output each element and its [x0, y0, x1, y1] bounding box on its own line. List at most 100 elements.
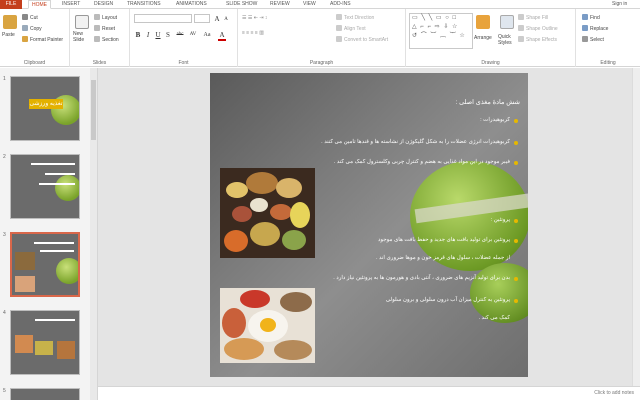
font-name-box[interactable]	[134, 14, 192, 23]
canvas-scrollbar[interactable]	[632, 68, 640, 386]
ham-shape	[222, 308, 246, 338]
strikethrough-button[interactable]: abc	[174, 31, 186, 39]
grow-font-button[interactable]: A	[213, 15, 221, 23]
drawing-label: Drawing	[481, 60, 500, 66]
nuts-shape	[274, 340, 312, 360]
slide-thumbnail-4[interactable]	[10, 310, 80, 375]
convert-smartart-label: Convert to SmartArt	[344, 37, 389, 43]
binoculars-icon	[582, 14, 588, 20]
notes-pane[interactable]: Click to add notes	[98, 386, 640, 400]
italic-button[interactable]: I	[144, 31, 152, 39]
shrink-font-button[interactable]: A	[222, 16, 230, 24]
layout-button[interactable]: Layout	[94, 14, 117, 22]
slide-thumbnail-5[interactable]	[10, 388, 80, 400]
paste-button[interactable]: Paste	[2, 31, 15, 39]
slide-line-3: فیبر موجود در این مواد غذایی به هضم و کن…	[333, 159, 510, 165]
thumbnail-scrollbar[interactable]	[90, 68, 97, 400]
tab-view[interactable]: VIEW	[303, 0, 316, 9]
font-size-box[interactable]	[194, 14, 210, 23]
food-image	[15, 252, 35, 270]
format-painter-label: Format Painter	[30, 37, 64, 43]
tab-review[interactable]: REVIEW	[270, 0, 290, 9]
scrollbar-thumb[interactable]	[91, 80, 96, 140]
tab-design[interactable]: DESIGN	[94, 0, 113, 9]
food-image	[57, 341, 75, 359]
bread-shape	[246, 172, 278, 194]
tab-file[interactable]: FILE	[0, 0, 22, 9]
new-slide-button[interactable]: New Slide	[73, 31, 93, 43]
bullets-button[interactable]: ☰ ☰ ⇤ ⇥ ↕	[242, 14, 267, 22]
arrange-icon[interactable]	[476, 15, 490, 29]
slide-line-5: پروتئین برای تولید بافت های جدید و حفظ ب…	[377, 237, 510, 243]
bullet	[514, 277, 518, 281]
thumb-text-line	[35, 319, 75, 321]
slide-thumbnail-pane: 1 تغذیه ورزشی 2 3 4 5	[0, 68, 98, 400]
find-button[interactable]: Find	[582, 14, 600, 22]
fill-bucket-icon	[518, 14, 524, 20]
format-painter-button[interactable]: Format Painter	[22, 36, 63, 44]
slide-thumbnail-3[interactable]	[10, 232, 80, 297]
layout-label: Layout	[102, 15, 118, 21]
powerpoint-window: FILE HOME INSERT DESIGN TRANSITIONS ANIM…	[0, 0, 640, 400]
copy-icon	[22, 25, 28, 31]
carrot-shape	[224, 230, 248, 252]
text-direction-button[interactable]: Text Direction	[336, 14, 374, 22]
tab-slide-show[interactable]: SLIDE SHOW	[226, 0, 257, 9]
thumb-title: تغذیه ورزشی	[29, 99, 63, 109]
cut-button[interactable]: Cut	[22, 14, 38, 22]
apple-image	[56, 258, 78, 284]
font-color-button[interactable]: A	[218, 31, 226, 41]
thumb-text-line	[39, 183, 75, 185]
tab-animations[interactable]: ANIMATIONS	[176, 0, 207, 9]
tab-insert[interactable]: INSERT	[62, 0, 80, 9]
thumb-number: 3	[3, 232, 6, 238]
nuts-shape	[224, 338, 264, 360]
align-text-button[interactable]: Align Text	[336, 25, 366, 33]
smartart-icon	[336, 36, 342, 42]
slide-canvas: شش مادهٔ مغذی اصلی : کربوهیدرات : کربوهی…	[98, 68, 640, 386]
slide-thumbnail-2[interactable]	[10, 154, 80, 219]
convert-smartart-button[interactable]: Convert to SmartArt	[336, 36, 388, 44]
reset-button[interactable]: Reset	[94, 25, 115, 33]
quick-styles-icon[interactable]	[500, 15, 514, 29]
editing-label: Editing	[600, 60, 616, 66]
cheese-shape	[226, 182, 248, 198]
thumb-number: 4	[3, 310, 6, 316]
paste-icon[interactable]	[3, 15, 17, 29]
align-buttons[interactable]: ≡ ≡ ≡ ≡ ▥	[242, 29, 264, 37]
copy-button[interactable]: Copy	[22, 25, 42, 33]
font-label: Font	[178, 60, 189, 66]
tab-add-ins[interactable]: ADD-INS	[330, 0, 351, 9]
select-button[interactable]: Select	[582, 36, 604, 44]
underline-button[interactable]: U	[154, 31, 162, 39]
replace-button[interactable]: Replace	[582, 25, 608, 33]
bold-button[interactable]: B	[134, 31, 142, 39]
character-spacing-button[interactable]: AV	[188, 31, 198, 39]
slide-thumbnail-1[interactable]: تغذیه ورزشی	[10, 76, 80, 141]
shapes-gallery[interactable]: ▭ ╲ ╲ ▭ ○ □ △ ⌐ ⌐ ⇨ ⇩ ☆ ↺ ⌒ ︶ ︷ ︸ ☆	[409, 13, 473, 49]
quick-styles-button[interactable]: Quick Styles	[498, 34, 516, 46]
slide-line-8: پروتئین به کنترل میزان آب درون سلولی و ب…	[385, 297, 510, 303]
shadow-button[interactable]: S	[164, 31, 172, 39]
arrange-button[interactable]: Arrange	[474, 34, 492, 42]
shape-effects-button[interactable]: Shape Effects	[518, 36, 557, 44]
shape-fill-button[interactable]: Shape Fill	[518, 14, 548, 22]
section-button[interactable]: Section	[94, 36, 119, 44]
tomato-shape	[240, 290, 270, 308]
tab-transitions[interactable]: TRANSITIONS	[127, 0, 161, 9]
thumb-text-line	[45, 173, 75, 175]
shape-outline-button[interactable]: Shape Outline	[518, 25, 558, 33]
change-case-button[interactable]: Aa	[202, 31, 212, 39]
breakfast-image	[220, 288, 315, 363]
notes-placeholder[interactable]: Click to add notes	[594, 390, 634, 396]
current-slide[interactable]: شش مادهٔ مغذی اصلی : کربوهیدرات : کربوهی…	[210, 73, 528, 377]
shape-effects-label: Shape Effects	[526, 37, 558, 43]
sign-in-link[interactable]: Sign in	[612, 0, 627, 9]
cut-label: Cut	[30, 15, 38, 21]
align-text-icon	[336, 25, 342, 31]
bullet	[514, 141, 518, 145]
slide-line-1: کربوهیدرات :	[480, 117, 510, 123]
slide-title: شش مادهٔ مغذی اصلی :	[455, 99, 520, 106]
tab-home[interactable]: HOME	[28, 0, 51, 9]
new-slide-icon[interactable]	[75, 15, 89, 29]
